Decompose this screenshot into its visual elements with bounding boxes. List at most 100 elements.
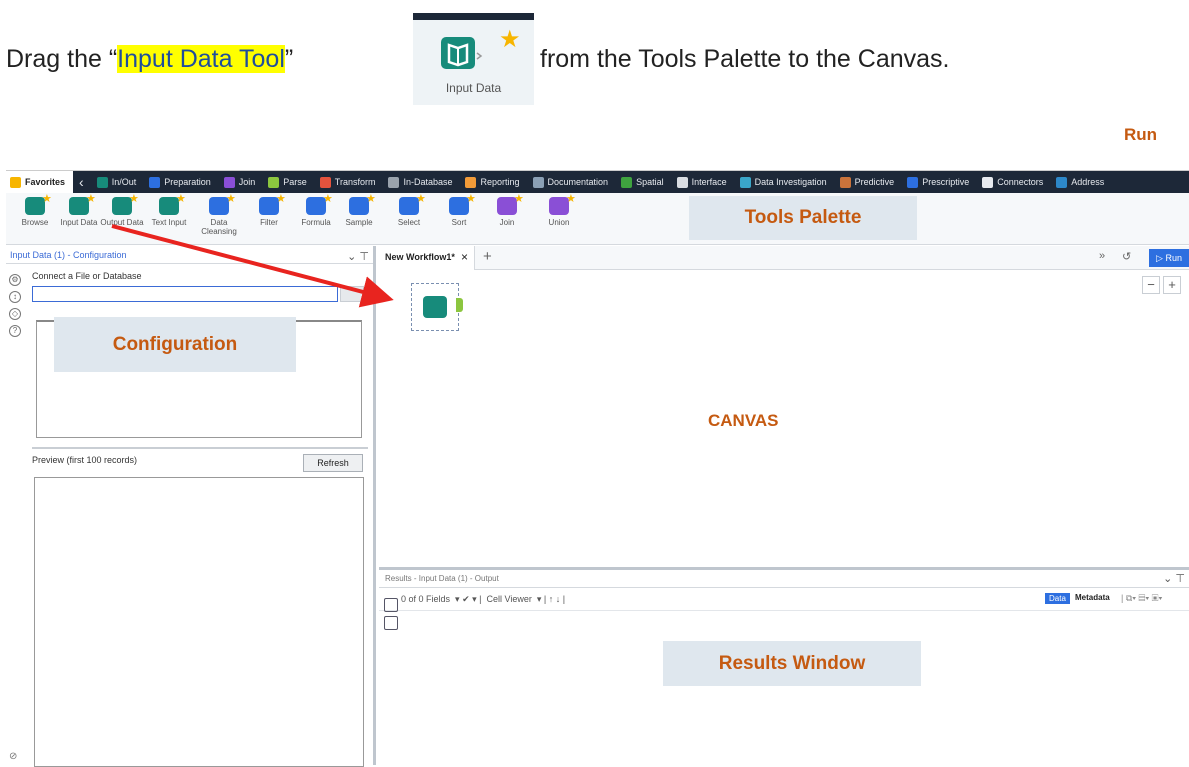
sort-arrows-icon[interactable]: ▾ | ↑ ↓ | <box>534 594 565 604</box>
category-label: Join <box>238 177 256 187</box>
palette-tool-sample[interactable]: ★ Sample <box>336 194 382 228</box>
category-prescriptive[interactable]: Prescriptive <box>907 176 969 188</box>
palette-tool-browse[interactable]: ★ Browse <box>12 194 58 228</box>
instruction-suffix: ” <box>284 45 294 73</box>
category-connectors[interactable]: Connectors <box>982 176 1043 188</box>
star-icon: ★ <box>176 193 186 205</box>
tag-icon[interactable]: ◇ <box>9 308 21 320</box>
tool-label: Union <box>548 218 570 227</box>
palette-tool-sort[interactable]: ★ Sort <box>436 194 482 227</box>
copy-save-icons[interactable]: | ⧉▾ ▤▾ ▣▾ <box>1121 593 1162 604</box>
help-icon[interactable]: ? <box>9 325 21 337</box>
palette-tool-filter[interactable]: ★ Filter <box>246 194 292 227</box>
tool-label: Data Cleansing <box>201 218 237 236</box>
workflow-workspace: New Workflow1* × + » ↺ ▷ Run − + CANVAS … <box>379 246 1189 765</box>
category-predictive[interactable]: Predictive <box>839 176 895 188</box>
category-icon <box>839 176 851 188</box>
instruction-highlight: Input Data Tool <box>117 45 285 73</box>
chevron-left-icon[interactable]: ‹ <box>79 174 84 190</box>
category-in-database[interactable]: In-Database <box>388 176 453 188</box>
star-icon: ★ <box>86 193 96 205</box>
fields-count[interactable]: 0 of 0 Fields <box>401 594 450 604</box>
close-icon[interactable]: × <box>461 250 468 264</box>
palette-tool-select[interactable]: ★ Select <box>386 193 432 228</box>
preview-label: Preview (first 100 records) <box>32 455 138 465</box>
input-data-node[interactable] <box>411 283 463 331</box>
check-dropdown-icon[interactable]: ▾ ✔ ▾ | <box>453 594 484 604</box>
category-spatial[interactable]: Spatial <box>621 176 664 188</box>
tool-label: Select <box>397 218 421 227</box>
connection-icon[interactable]: ↕ <box>9 291 21 303</box>
tab-label: New Workflow1* <box>385 252 455 262</box>
category-favorites[interactable]: Favorites <box>6 171 74 193</box>
category-label: In-Database <box>403 177 453 187</box>
category-label: Parse <box>283 177 307 187</box>
pin-icon[interactable]: ⌄ ⊤ <box>1163 572 1185 585</box>
category-join[interactable]: Join <box>223 176 256 188</box>
tag-icon[interactable] <box>384 616 398 630</box>
config-header: Input Data (1) - Configuration ⌄ ⊤ <box>6 246 373 264</box>
run-callout: Run <box>1124 125 1158 144</box>
category-icon <box>388 176 400 188</box>
category-documentation[interactable]: Documentation <box>532 176 608 188</box>
category-label: Preparation <box>164 177 211 187</box>
palette-tool-output-data[interactable]: ★ Output Data <box>99 194 145 228</box>
tool-label: Join <box>499 218 515 227</box>
category-parse[interactable]: Parse <box>268 176 307 188</box>
canvas-callout: CANVAS <box>708 411 779 430</box>
connect-dropdown-button[interactable] <box>340 286 364 302</box>
book-icon <box>423 296 447 318</box>
instruction-prefix: Drag the “ <box>6 45 118 73</box>
category-icon <box>907 176 919 188</box>
workflow-tab-bar: New Workflow1* × + » ↺ ▷ Run <box>379 246 1189 270</box>
refresh-button[interactable]: Refresh <box>303 454 363 472</box>
category-icon <box>1056 176 1068 188</box>
category-label: In/Out <box>111 177 137 187</box>
connect-input[interactable] <box>32 286 338 302</box>
category-icon <box>532 176 544 188</box>
palette-tool-union[interactable]: ★ Union <box>536 194 582 228</box>
tools-palette: Tools Palette ★ Browse ★ Input Data ★ Output … <box>6 193 1189 245</box>
category-label: Address <box>1071 177 1105 187</box>
category-data-investigation[interactable]: Data Investigation <box>739 176 827 188</box>
palette-tool-text-input[interactable]: ★ Text Input <box>146 193 192 228</box>
category-icon <box>739 176 751 188</box>
table-icon[interactable] <box>384 598 398 612</box>
category-preparation[interactable]: Preparation <box>149 176 211 188</box>
data-tab[interactable]: Data <box>1045 593 1070 604</box>
cell-viewer-dropdown[interactable]: Cell Viewer <box>486 594 531 604</box>
results-window: Results - Input Data (1) - Output ⌄ ⊤ 0 … <box>379 567 1189 765</box>
category-address[interactable]: Address <box>1056 176 1105 188</box>
category-icon <box>149 176 161 188</box>
category-interface[interactable]: Interface <box>676 176 727 188</box>
category-label: Predictive <box>854 177 895 187</box>
metadata-tab[interactable]: Metadata <box>1075 593 1110 602</box>
palette-tool-formula[interactable]: ★ Formula <box>293 193 339 228</box>
output-anchor[interactable] <box>456 298 463 312</box>
category-icon <box>268 176 280 188</box>
category-icon <box>676 176 688 188</box>
results-window-callout: Results Window <box>663 641 921 686</box>
palette-tool-data-cleansing[interactable]: ★ Data Cleansing <box>196 194 242 237</box>
star-icon: ★ <box>416 193 426 205</box>
category-reporting[interactable]: Reporting <box>465 176 520 188</box>
check-icon[interactable]: ⊘ <box>9 751 17 762</box>
pin-icon[interactable]: ⌄ ⊤ <box>347 250 369 263</box>
tool-label: Output Data <box>100 218 144 227</box>
history-icon[interactable]: ↺ <box>1122 250 1131 263</box>
run-button[interactable]: ▷ Run <box>1149 249 1189 267</box>
palette-tool-input-data[interactable]: ★ Input Data <box>56 193 102 228</box>
tab-new-workflow[interactable]: New Workflow1* × <box>379 246 475 270</box>
star-icon: ★ <box>323 193 333 205</box>
expand-icon[interactable]: » <box>1099 250 1105 262</box>
palette-tool-join[interactable]: ★ Join <box>484 194 530 227</box>
run-button-label: Run <box>1165 253 1182 263</box>
add-tab-button[interactable]: + <box>483 248 492 265</box>
zoom-out-button[interactable]: − <box>1142 276 1160 294</box>
category-transform[interactable]: Transform <box>319 176 375 188</box>
gear-icon[interactable]: ⚙ <box>9 274 21 286</box>
tool-label: Sample <box>345 218 373 227</box>
category-in-out[interactable]: In/Out <box>96 176 137 188</box>
input-data-tool-hero: ★ Input Data <box>413 13 534 105</box>
zoom-in-button[interactable]: + <box>1163 276 1181 294</box>
